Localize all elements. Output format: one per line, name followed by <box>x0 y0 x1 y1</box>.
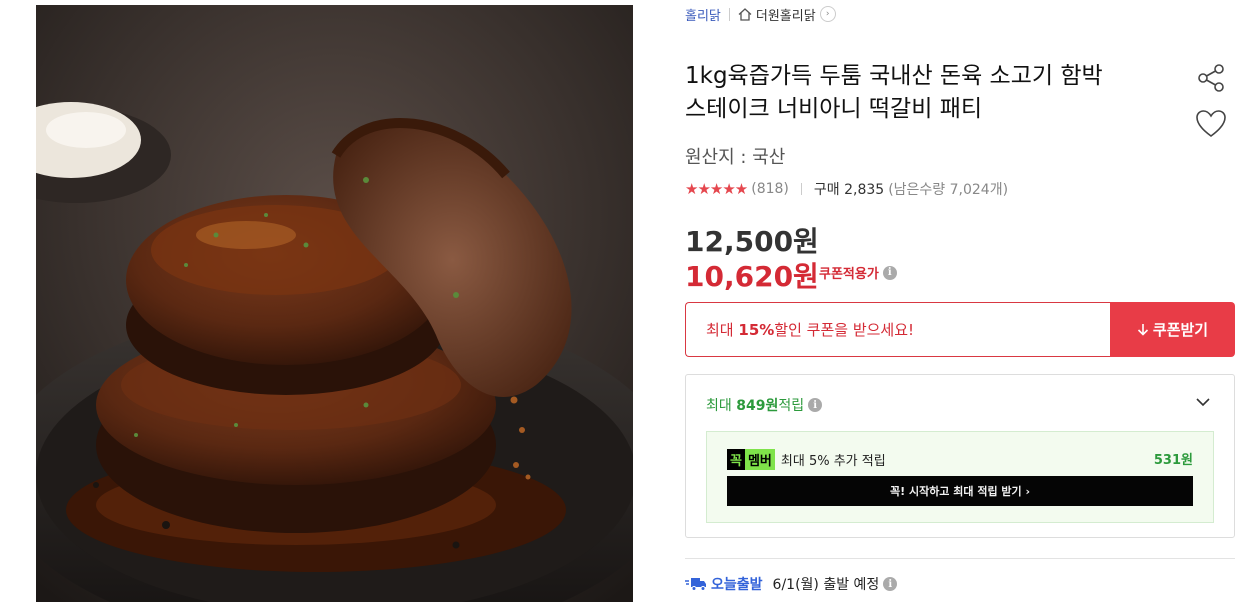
home-icon <box>738 7 752 21</box>
coupon-price-label: 쿠폰적용가 i <box>819 263 897 282</box>
points-prefix: 최대 <box>706 398 732 414</box>
membership-box: 꼭 멤버 최대 5% 추가 적립 531원 꼭! 시작하고 최대 적립 받기 › <box>706 431 1214 523</box>
star-rating: ★★★★★ <box>685 180 748 198</box>
download-arrow-icon <box>1137 324 1148 336</box>
points-suffix: 적립 <box>778 398 805 414</box>
share-button[interactable] <box>1195 62 1227 94</box>
get-coupon-button[interactable]: 쿠폰받기 <box>1110 302 1235 357</box>
rating-row: ★★★★★ (818) 구매 2,835 (남은수량 7,024개) <box>685 178 1008 200</box>
heart-icon <box>1196 110 1226 137</box>
coupon-price-text: 쿠폰적용가 <box>819 267 879 282</box>
product-title: 1kg육즙가득 두툼 국내산 돈육 소고기 함박 스테이크 너비아니 떡갈비 패… <box>685 60 1175 126</box>
membership-cta-button[interactable]: 꼭! 시작하고 최대 적립 받기 › <box>727 476 1193 506</box>
today-ship-label: 오늘출발 <box>711 577 763 593</box>
get-coupon-label: 쿠폰받기 <box>1152 321 1209 339</box>
points-summary: 최대 849원 적립 i <box>706 395 823 415</box>
rating-divider <box>800 183 802 195</box>
share-icon <box>1198 64 1224 92</box>
ship-date: 6/1(월) 출발 예정 <box>772 577 880 593</box>
chevron-right-icon: › <box>819 6 836 22</box>
breadcrumb: 홀리닭 더원홀리닭 › <box>685 4 836 24</box>
points-expand-toggle[interactable] <box>1194 393 1212 411</box>
origin-label: 원산지 : 국산 <box>685 147 786 168</box>
delivery-truck-icon <box>685 578 706 591</box>
delivery-row: 오늘출발 6/1(월) 출발 예정 i <box>685 574 898 594</box>
product-title-line1: 1kg육즙가득 두툼 국내산 돈육 소고기 함박 <box>685 63 1103 89</box>
membership-badge-a: 꼭 <box>727 449 745 470</box>
hamburg-steak-illustration <box>36 5 633 602</box>
product-image <box>36 5 633 602</box>
coupon-banner: 최대 15% 할인 쿠폰을 받으세요! <box>685 302 1110 357</box>
membership-badge: 꼭 멤버 <box>727 449 775 470</box>
stock-remaining: (남은수량 7,024개) <box>888 182 1009 198</box>
breadcrumb-divider <box>728 7 730 21</box>
points-panel: 최대 849원 적립 i 꼭 멤버 최대 5% 추가 적립 531원 꼭! 시작하… <box>685 374 1235 538</box>
points-info-icon[interactable]: i <box>808 398 823 412</box>
purchase-count: 구매 2,835 <box>813 182 885 198</box>
seller-link[interactable]: 홀리닭 <box>685 5 721 24</box>
chevron-down-icon <box>1196 398 1210 407</box>
store-name: 더원홀리닭 <box>755 8 816 24</box>
membership-amount: 531원 <box>1153 453 1193 468</box>
section-divider <box>685 558 1235 559</box>
membership-text: 최대 5% 추가 적립 <box>780 454 886 469</box>
sale-price: 10,620원 <box>685 260 819 293</box>
store-home-link[interactable]: 더원홀리닭 › <box>738 5 836 24</box>
points-amount: 849원 <box>736 398 779 414</box>
coupon-percent: 15% <box>738 320 775 339</box>
review-count-link[interactable]: (818) <box>751 181 789 197</box>
membership-line: 꼭 멤버 최대 5% 추가 적립 <box>727 449 886 470</box>
delivery-info-icon[interactable]: i <box>883 577 898 591</box>
info-icon[interactable]: i <box>882 265 897 280</box>
coupon-prefix: 최대 <box>706 321 734 339</box>
original-price: 12,500원 <box>685 225 819 258</box>
membership-badge-b: 멤버 <box>744 449 775 470</box>
product-title-line2: 스테이크 너비아니 떡갈비 패티 <box>685 96 983 122</box>
coupon-suffix: 할인 쿠폰을 받으세요! <box>774 321 915 339</box>
product-info-panel: 홀리닭 더원홀리닭 › 1kg육즙가득 두툼 국내산 돈육 소고기 함박 스테이… <box>685 0 1235 616</box>
wishlist-button[interactable] <box>1195 108 1227 140</box>
